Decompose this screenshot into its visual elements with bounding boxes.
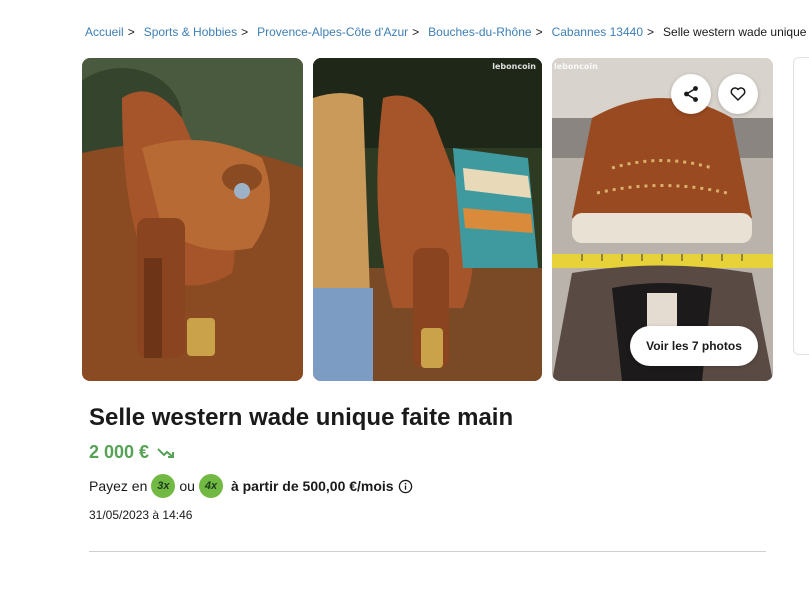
heart-icon: [730, 87, 746, 101]
listing-photo-2[interactable]: leboncoin: [313, 58, 542, 381]
price-row: 2 000 €: [89, 442, 175, 463]
badge-3x: 3x: [151, 474, 176, 498]
listing-photo-1[interactable]: [82, 58, 303, 381]
saddle-photo-with-rider: [313, 58, 542, 381]
payment-or: ou: [179, 478, 195, 494]
side-panel-card: [793, 57, 809, 355]
listing-date: 31/05/2023 à 14:46: [89, 508, 193, 522]
watermark: leboncoin: [554, 62, 598, 71]
breadcrumb-link-city[interactable]: Cabannes 13440: [552, 25, 643, 39]
breadcrumb-separator: >: [535, 25, 543, 39]
breadcrumb-link-department[interactable]: Bouches-du-Rhône: [428, 25, 531, 39]
watermark: leboncoin: [492, 62, 536, 71]
breadcrumb-link-region[interactable]: Provence-Alpes-Côte d'Azur: [257, 25, 408, 39]
breadcrumb-separator: >: [241, 25, 249, 39]
share-button[interactable]: [671, 74, 711, 114]
payment-details: à partir de 500,00 €/mois: [230, 478, 394, 494]
breadcrumb-link-sports-hobbies[interactable]: Sports & Hobbies: [144, 25, 237, 39]
price-trend-down-icon: [157, 447, 175, 459]
share-icon: [684, 86, 698, 102]
breadcrumb: Accueil > Sports & Hobbies > Provence-Alpes-…: [85, 24, 809, 40]
favorite-button[interactable]: [718, 74, 758, 114]
listing-price: 2 000 €: [89, 442, 150, 462]
breadcrumb-current: Selle western wade unique faite main: [663, 25, 809, 39]
installment-payment-info: Payez en 3x ou 4x à partir de 500,00 €/m…: [89, 474, 413, 498]
divider: [89, 551, 766, 552]
badge-4x: 4x: [198, 474, 223, 498]
breadcrumb-separator: >: [127, 25, 135, 39]
breadcrumb-link-accueil[interactable]: Accueil: [85, 25, 124, 39]
payment-prefix: Payez en: [89, 478, 148, 494]
see-all-photos-button[interactable]: Voir les 7 photos: [630, 326, 758, 366]
saddle-photo-side: [82, 58, 303, 381]
info-icon[interactable]: [398, 479, 413, 494]
breadcrumb-separator: >: [647, 25, 655, 39]
breadcrumb-separator: >: [412, 25, 420, 39]
listing-title: Selle western wade unique faite main: [89, 404, 514, 431]
